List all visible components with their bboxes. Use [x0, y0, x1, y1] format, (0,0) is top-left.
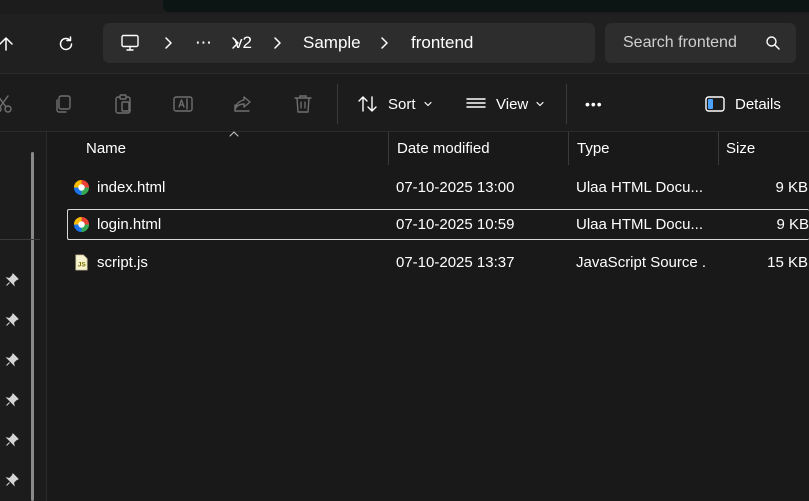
file-type: JavaScript Source ... [576, 254, 706, 271]
sort-label: Sort [388, 95, 416, 113]
refresh-button[interactable] [52, 30, 80, 58]
file-size: 9 KB [775, 179, 808, 196]
navigation-pane [0, 132, 47, 501]
breadcrumb-item-frontend[interactable]: frontend [411, 23, 473, 63]
search-box[interactable] [605, 23, 796, 63]
column-header-size[interactable]: Size [726, 132, 755, 165]
pin-icon[interactable] [5, 393, 19, 407]
file-size: 9 KB [776, 216, 809, 233]
more-options-button[interactable]: ••• [585, 86, 603, 122]
file-name: index.html [97, 179, 166, 196]
file-row-selected[interactable]: login.html 07-10-2025 10:59 Ulaa HTML Do… [67, 209, 809, 240]
pin-icon[interactable] [5, 473, 19, 487]
address-bar-row: ⋯ v2 Sample frontend [0, 14, 809, 73]
file-explorer-window: ⋯ v2 Sample frontend Search frontend Sor… [0, 0, 809, 501]
file-date-modified: 07-10-2025 13:00 [396, 179, 515, 196]
svg-text:JS: JS [78, 261, 87, 268]
chevron-right-icon[interactable] [161, 36, 175, 50]
view-button[interactable]: View [465, 86, 545, 122]
column-separator[interactable] [388, 132, 389, 165]
sort-button[interactable]: Sort [357, 86, 433, 122]
details-pane-icon [705, 96, 725, 112]
sort-icon [358, 96, 377, 112]
column-header-type[interactable]: Type [577, 132, 610, 165]
details-label: Details [735, 95, 781, 113]
file-size: 15 KB [767, 254, 808, 271]
up-arrow-button[interactable] [0, 30, 20, 58]
this-pc-icon [121, 34, 139, 51]
sort-ascending-icon [229, 131, 239, 137]
navigation-scrollbar[interactable] [31, 152, 34, 501]
file-row[interactable]: JS script.js 07-10-2025 13:37 JavaScript… [67, 247, 809, 278]
column-separator[interactable] [718, 132, 719, 165]
breadcrumb-item-v2[interactable]: v2 [234, 23, 252, 63]
file-name: login.html [97, 216, 162, 233]
column-separator[interactable] [568, 132, 569, 165]
pin-icon[interactable] [5, 353, 19, 367]
file-date-modified: 07-10-2025 10:59 [396, 216, 515, 233]
column-header-date-modified[interactable]: Date modified [397, 132, 490, 165]
chevron-right-icon[interactable] [377, 36, 391, 50]
chevron-right-icon[interactable] [270, 36, 284, 50]
pin-icon[interactable] [5, 273, 19, 287]
breadcrumb-overflow[interactable]: ⋯ [195, 23, 212, 63]
view-list-icon [466, 98, 486, 108]
command-toolbar: Sort View ••• Details [0, 73, 809, 132]
cut-icon[interactable] [0, 93, 14, 115]
file-type: Ulaa HTML Docu... [576, 216, 703, 233]
breadcrumb-item-sample[interactable]: Sample [303, 23, 361, 63]
navigation-divider [0, 239, 40, 240]
rename-icon[interactable] [172, 93, 194, 115]
pin-icon[interactable] [5, 313, 19, 327]
breadcrumb[interactable]: ⋯ v2 Sample frontend [103, 23, 595, 63]
up-arrow-icon [0, 37, 13, 51]
column-header-name[interactable]: Name [86, 132, 126, 165]
file-date-modified: 07-10-2025 13:37 [396, 254, 515, 271]
search-icon[interactable] [765, 35, 781, 51]
toolbar-divider [337, 84, 338, 124]
tab-strip-shadow [163, 0, 809, 12]
toolbar-divider [566, 84, 567, 124]
view-label: View [496, 95, 529, 113]
javascript-file-icon: JS [75, 254, 88, 271]
copy-icon[interactable] [52, 93, 74, 115]
file-type: Ulaa HTML Docu... [576, 179, 703, 196]
share-icon[interactable] [232, 93, 254, 115]
title-strip [0, 0, 809, 14]
chevron-down-icon [423, 101, 432, 107]
chevron-down-icon [536, 101, 544, 107]
ulaa-html-icon [73, 216, 90, 233]
delete-icon[interactable] [292, 93, 314, 115]
pin-icon[interactable] [5, 433, 19, 447]
more-options-icon: ••• [585, 96, 603, 112]
ulaa-html-icon [73, 179, 90, 196]
search-input[interactable] [623, 23, 755, 63]
paste-icon[interactable] [112, 93, 134, 115]
file-name: script.js [97, 254, 148, 271]
file-row[interactable]: index.html 07-10-2025 13:00 Ulaa HTML Do… [67, 172, 809, 203]
details-button[interactable]: Details [704, 86, 781, 122]
refresh-icon [59, 36, 73, 51]
